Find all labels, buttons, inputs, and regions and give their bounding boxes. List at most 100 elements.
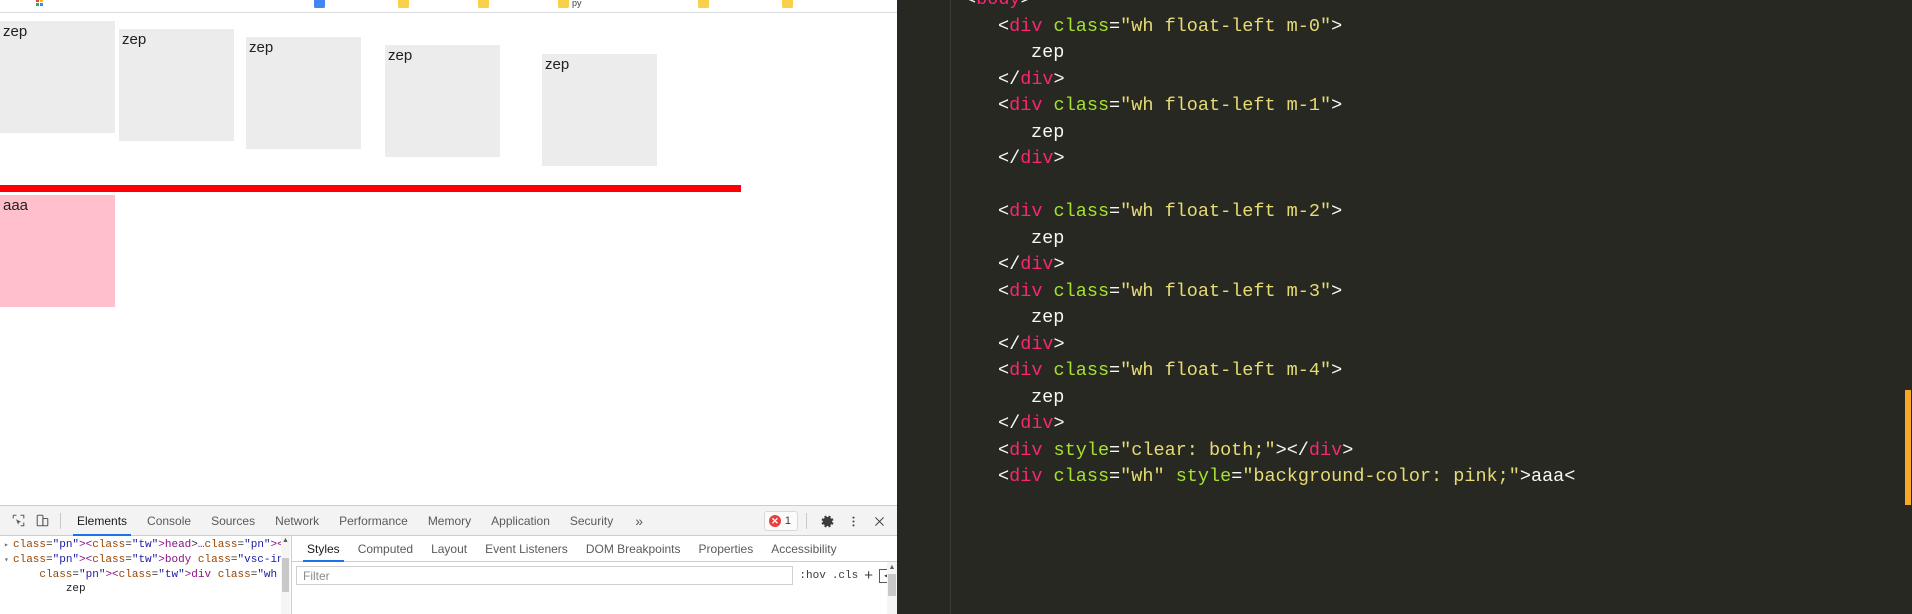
code-token-tag: div	[1009, 15, 1043, 37]
scroll-up-arrow-icon[interactable]: ▲	[281, 536, 290, 545]
styles-scrollbar[interactable]: ▲	[887, 562, 897, 614]
editor-horizontal-scrollbar[interactable]	[897, 609, 1912, 614]
tab-elements[interactable]: Elements	[67, 506, 137, 536]
styles-tab-accessibility[interactable]: Accessibility	[762, 536, 845, 562]
bookmark-item-4[interactable]: py	[558, 0, 582, 10]
error-count-badge[interactable]: ✕ 1	[763, 511, 798, 531]
close-icon[interactable]	[867, 509, 891, 533]
editor-line: <div class="wh float-left m-3">	[897, 279, 1575, 306]
code-token-punc: >	[1053, 68, 1065, 90]
dom-tree-scrollbar[interactable]: ▲	[281, 536, 290, 614]
code-token-tag: div	[1020, 68, 1054, 90]
toolbar-divider-2	[806, 513, 807, 529]
code-token-tag: div	[1020, 254, 1054, 275]
tab-performance[interactable]: Performance	[329, 506, 418, 536]
devtools-panel: Elements Console Sources Network Performance…	[0, 505, 897, 614]
gear-icon[interactable]	[815, 509, 839, 533]
dom-tree-scroll-thumb[interactable]	[282, 558, 289, 592]
dom-tree-line[interactable]: class="pn"><class="tw">div class="wh flo…	[0, 568, 291, 582]
code-token-punc: >	[1053, 254, 1065, 275]
tab-console[interactable]: Console	[137, 506, 201, 536]
styles-tab-computed[interactable]: Computed	[349, 536, 422, 562]
editor-line: <div style="clear: both;"></div>	[897, 438, 1575, 465]
inspect-element-icon[interactable]	[6, 509, 30, 533]
tab-sources[interactable]: Sources	[201, 506, 265, 536]
code-token-punc: <	[998, 439, 1010, 461]
expand-arrow-icon[interactable]: ▾	[4, 554, 13, 568]
code-token-punc: =	[1109, 95, 1121, 116]
code-token-plain: zep	[1031, 227, 1065, 249]
editor-code-content[interactable]: <body><div class="wh float-left m-0">zep…	[897, 0, 1575, 491]
dom-tree-pane[interactable]: ▸ class="pn"><class="tw">head>…class="pn"…	[0, 536, 292, 614]
code-token-plain: zep	[1031, 42, 1065, 63]
bookmark-item-1[interactable]	[314, 0, 325, 10]
code-token-str: "wh float-left m-0"	[1120, 15, 1332, 37]
code-token-punc: <	[998, 466, 1010, 487]
dom-tree-line[interactable]: ▾ class="pn"><class="tw">body class="vsc-…	[0, 553, 291, 568]
new-style-rule-button[interactable]: +	[864, 568, 873, 583]
code-token-punc: >	[1275, 439, 1287, 461]
styles-filter-row: :hov .cls + ◂	[292, 562, 897, 586]
styles-filter-input[interactable]	[296, 566, 794, 585]
google-apps-grid-icon	[36, 0, 47, 8]
more-options-icon[interactable]	[841, 509, 865, 533]
bookmark-item-5[interactable]	[698, 0, 709, 10]
styles-tab-list: Styles Computed Layout Event Listeners DOM B…	[292, 536, 897, 562]
code-token-plain: zep	[1031, 121, 1065, 143]
editor-line: zep	[897, 40, 1575, 67]
tab-network[interactable]: Network	[265, 506, 329, 536]
more-tabs-button[interactable]: »	[623, 514, 655, 528]
tab-memory[interactable]: Memory	[418, 506, 481, 536]
code-token-attr: class	[1053, 95, 1110, 116]
code-token-attr: class	[1053, 15, 1110, 37]
styles-tab-event-listeners[interactable]: Event Listeners	[476, 536, 577, 562]
error-icon: ✕	[768, 515, 781, 527]
code-token-punc: <	[998, 201, 1010, 222]
styles-tab-properties[interactable]: Properties	[690, 536, 763, 562]
code-token-str: "wh float-left m-2"	[1120, 201, 1332, 222]
styles-scroll-up-icon[interactable]: ▲	[887, 562, 897, 572]
bookmark-label: py	[572, 0, 582, 8]
tab-application[interactable]: Application	[481, 506, 560, 536]
dom-tree-line[interactable]: ▸ class="pn"><class="tw">head>…class="pn"…	[0, 538, 291, 553]
styles-tab-layout[interactable]: Layout	[422, 536, 476, 562]
editor-scroll-thumb[interactable]	[1905, 390, 1911, 505]
code-token-punc: >	[1331, 15, 1343, 37]
tab-security[interactable]: Security	[560, 506, 623, 536]
red-divider-rule	[0, 185, 741, 192]
code-token-tag: div	[1009, 439, 1043, 461]
bookmark-item-6[interactable]	[782, 0, 793, 10]
bookmarks-bar[interactable]: py	[0, 0, 897, 13]
code-token-tag: div	[1009, 360, 1043, 381]
code-token-attr: class	[1053, 360, 1110, 381]
code-token-punc: <	[998, 95, 1010, 116]
code-token-punc: >	[1053, 148, 1065, 169]
error-count-label: 1	[784, 515, 791, 527]
editor-line: </div>	[897, 411, 1575, 438]
styles-scroll-thumb[interactable]	[888, 574, 896, 596]
styles-tab-styles[interactable]: Styles	[298, 536, 349, 562]
cls-toggle-button[interactable]: .cls	[832, 570, 858, 582]
bookmark-item-0[interactable]	[36, 0, 47, 10]
code-editor-panel[interactable]: <body><div class="wh float-left m-0">zep…	[897, 0, 1912, 614]
device-icon	[36, 514, 48, 527]
expand-arrow-icon[interactable]: ▸	[4, 539, 13, 553]
devtools-toolbar-right: ✕ 1	[763, 506, 891, 536]
hov-toggle-button[interactable]: :hov	[799, 570, 825, 582]
zep-box-0: zep	[0, 21, 115, 133]
bookmark-item-3[interactable]	[478, 0, 489, 10]
code-token-punc: =	[1109, 466, 1121, 487]
code-token-punc: >	[1331, 201, 1343, 222]
code-token-punc: </	[998, 413, 1021, 434]
dom-tree-line[interactable]: zep	[0, 582, 291, 596]
settings-gear-glyph	[821, 515, 833, 527]
editor-vertical-scrollbar[interactable]	[1903, 0, 1912, 614]
code-token-tag: div	[1020, 413, 1054, 434]
styles-tab-dom-breakpoints[interactable]: DOM Breakpoints	[577, 536, 690, 562]
toggle-device-toolbar-icon[interactable]	[30, 509, 54, 533]
bookmark-item-2[interactable]	[398, 0, 409, 10]
